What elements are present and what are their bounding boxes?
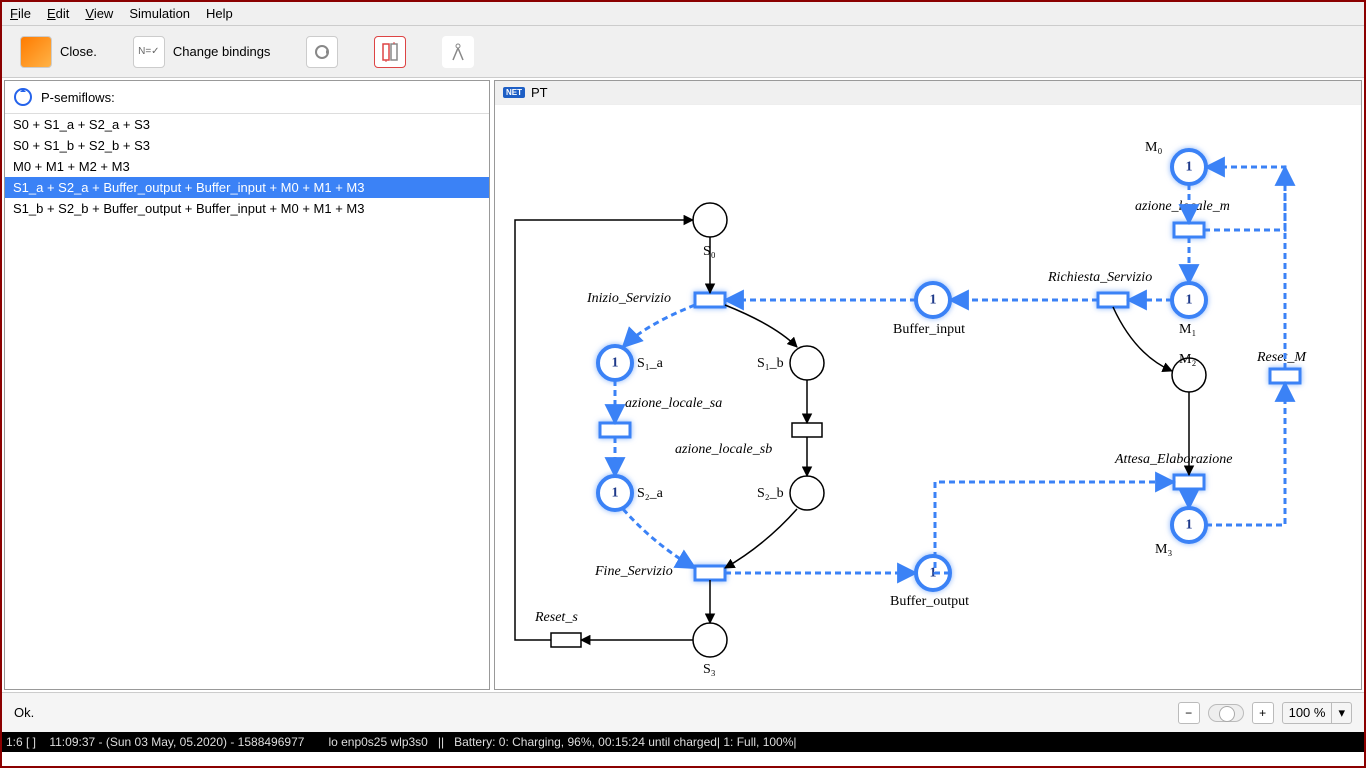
refresh-icon [306,36,338,68]
system-left: 1:6 [ ] 11:09:37 - (Sun 03 May, 05.2020)… [6,735,304,749]
change-bindings-label: Change bindings [173,44,271,59]
svg-text:S₂_b: S₂_b [757,486,784,501]
svg-text:Attesa_Elaborazione: Attesa_Elaborazione [1114,452,1232,467]
list-item[interactable]: S1_a + S2_a + Buffer_output + Buffer_inp… [5,177,489,198]
toolbar: Close. N=✓ Change bindings [2,26,1364,78]
svg-text:S₁_b: S₁_b [757,356,784,371]
zoom-value: 100 % [1283,703,1332,723]
svg-text:azione_locale_sa: azione_locale_sa [625,396,722,411]
svg-text:S₃: S₃ [703,662,716,677]
svg-text:Inizio_Servizio: Inizio_Servizio [586,291,671,306]
svg-text:Fine_Servizio: Fine_Servizio [594,564,673,579]
svg-text:1: 1 [1186,293,1193,308]
zoom-in-button[interactable]: + [1252,702,1274,724]
close-label: Close. [60,44,97,59]
tool-button-1[interactable] [300,32,344,72]
status-text: Ok. [14,705,34,720]
zoom-toggle[interactable] [1208,704,1244,722]
menu-help[interactable]: Help [206,6,233,21]
net-canvas[interactable]: S₀ 1S₁_a S₁_b 1S₂_a S₂_b S₃ 1Buffer_inpu… [495,105,1361,689]
list-item[interactable]: S1_b + S2_b + Buffer_output + Buffer_inp… [5,198,489,219]
svg-text:Richiesta_Servizio: Richiesta_Servizio [1047,270,1152,285]
panel-title: P-semiflows: [41,90,115,105]
menu-view[interactable]: View [85,6,113,21]
net-titlebar: NET PT [495,81,1361,105]
main-area: P-semiflows: S0 + S1_a + S2_a + S3 S0 + … [2,78,1364,692]
svg-text:Buffer_output: Buffer_output [890,594,969,609]
chevron-down-icon: ▾ [1331,703,1351,723]
semiflow-list: S0 + S1_a + S2_a + S3 S0 + S1_b + S2_b +… [5,114,489,689]
svg-text:1: 1 [1186,518,1193,533]
swap-icon [374,36,406,68]
menu-simulation[interactable]: Simulation [129,6,190,21]
list-item[interactable]: S0 + S1_a + S2_a + S3 [5,114,489,135]
svg-text:1: 1 [1186,160,1193,175]
net-title: PT [531,85,548,100]
bindings-icon: N=✓ [133,36,165,68]
change-bindings-button[interactable]: N=✓ Change bindings [127,32,277,72]
tool-button-2[interactable] [368,32,412,72]
svg-text:1: 1 [930,293,937,308]
menubar: File Edit View Simulation Help [2,2,1364,26]
semiflows-panel: P-semiflows: S0 + S1_a + S2_a + S3 S0 + … [4,80,490,690]
net-panel: NET PT S₀ 1S₁_a S₁_b 1S₂_a S₂_b S₃ 1Buff… [494,80,1362,690]
menu-edit[interactable]: Edit [47,6,69,21]
svg-text:S₂_a: S₂_a [637,486,664,501]
list-item[interactable]: M0 + M1 + M2 + M3 [5,156,489,177]
svg-text:1: 1 [612,356,619,371]
svg-text:M₃: M₃ [1155,542,1172,557]
svg-text:Reset_s: Reset_s [534,610,578,625]
list-item[interactable]: S0 + S1_b + S2_b + S3 [5,135,489,156]
system-mid: lo enp0s25 wlp3s0 || Battery: 0: Chargin… [328,735,796,749]
system-bar: 1:6 [ ] 11:09:37 - (Sun 03 May, 05.2020)… [2,732,1364,752]
svg-text:1: 1 [612,486,619,501]
svg-text:azione_locale_m: azione_locale_m [1135,199,1230,214]
svg-text:M₀: M₀ [1145,140,1162,155]
panel-header: P-semiflows: [5,81,489,114]
petri-net-svg: S₀ 1S₁_a S₁_b 1S₂_a S₂_b S₃ 1Buffer_inpu… [495,105,1335,685]
svg-text:M₁: M₁ [1179,322,1196,337]
menu-file[interactable]: File [10,6,31,21]
svg-text:M₂: M₂ [1179,352,1196,367]
zoom-select[interactable]: 100 % ▾ [1282,702,1352,724]
close-icon [20,36,52,68]
svg-text:Buffer_input: Buffer_input [893,322,965,337]
svg-text:Reset_M: Reset_M [1256,350,1307,365]
net-type-icon: NET [503,87,525,98]
zoom-controls: − + 100 % ▾ [1178,702,1352,724]
zoom-out-button[interactable]: − [1178,702,1200,724]
svg-text:S₁_a: S₁_a [637,356,664,371]
close-button[interactable]: Close. [14,32,103,72]
semiflow-icon [11,85,35,109]
compass-icon [442,36,474,68]
tool-button-3[interactable] [436,32,480,72]
svg-text:azione_locale_sb: azione_locale_sb [675,442,772,457]
statusbar: Ok. − + 100 % ▾ [2,692,1364,732]
